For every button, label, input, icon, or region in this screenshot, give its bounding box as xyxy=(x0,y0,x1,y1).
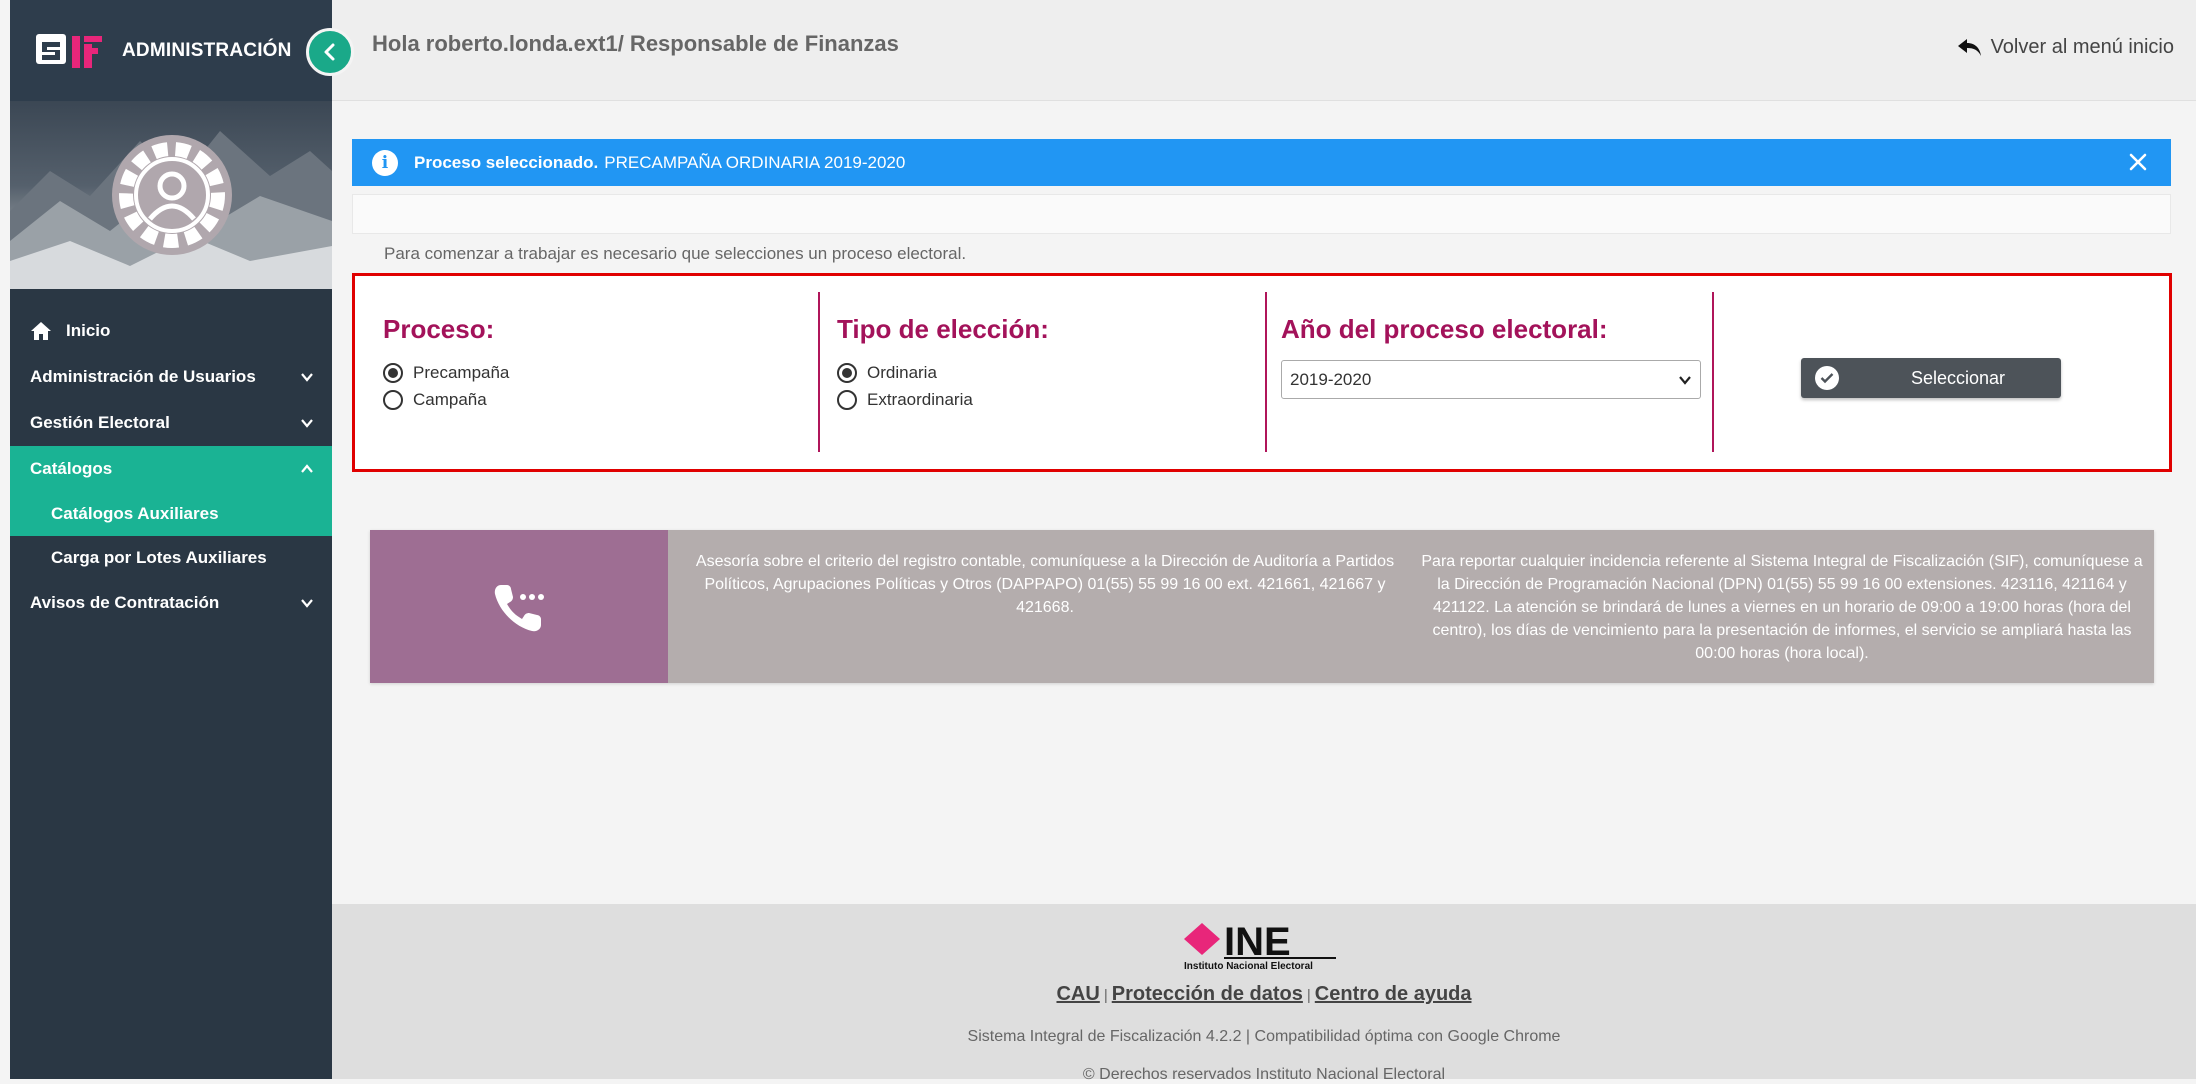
sidebar-item-label: Catálogos Auxiliares xyxy=(51,504,219,523)
tipo-eleccion-column: Tipo de elección: Ordinaria Extraordinar… xyxy=(822,292,1267,452)
tipo-eleccion-title: Tipo de elección: xyxy=(837,314,1049,344)
alert-value: PRECAMPAÑA ORDINARIA 2019-2020 xyxy=(604,152,906,172)
sidebar-item-catalogos[interactable]: Catálogos xyxy=(10,446,332,492)
proceso-title: Proceso: xyxy=(383,314,495,344)
radio-campana[interactable]: Campaña xyxy=(383,390,818,410)
app-title: ADMINISTRACIÓN xyxy=(122,40,292,61)
select-value: 2019-2020 xyxy=(1290,369,1372,389)
chevron-down-icon xyxy=(301,419,313,428)
phone-icon xyxy=(494,584,544,631)
footer-links: CAU | Protección de datos | Centro de ayuda xyxy=(1056,983,1472,1005)
radio-button-checked[interactable] xyxy=(837,363,857,383)
phone-icon-box xyxy=(370,530,668,683)
top-bar: Hola roberto.londa.ext1/ Responsable de … xyxy=(332,0,2196,101)
back-to-menu-link[interactable]: Volver al menú inicio xyxy=(1957,36,2174,59)
sidebar-item-label: Carga por Lotes Auxiliares xyxy=(51,548,267,567)
reply-arrow-icon xyxy=(1957,38,1981,56)
home-icon xyxy=(31,322,51,340)
back-link-label: Volver al menú inicio xyxy=(1990,36,2174,58)
proteccion-datos-link[interactable]: Protección de datos xyxy=(1112,983,1303,1005)
logo-subtitle: Instituto Nacional Electoral xyxy=(1184,961,1313,972)
cau-link[interactable]: CAU xyxy=(1056,983,1099,1005)
process-selection-panel: Proceso: Precampaña Campaña Tipo de elec… xyxy=(352,273,2172,472)
button-label: Seleccionar xyxy=(1911,367,2006,388)
proceso-column: Proceso: Precampaña Campaña xyxy=(355,292,820,452)
profile-banner xyxy=(10,101,332,289)
sidebar-item-label: Avisos de Contratación xyxy=(30,593,220,612)
chevron-down-icon xyxy=(301,373,313,382)
selected-process-alert: i Proceso seleccionado. PRECAMPAÑA ORDIN… xyxy=(352,139,2171,186)
dpn-contact-text: Para reportar cualquier incidencia refer… xyxy=(1421,553,2143,662)
centro-ayuda-link[interactable]: Centro de ayuda xyxy=(1315,983,1472,1005)
sidebar-item-label: Administración de Usuarios xyxy=(30,367,256,386)
sidebar-nav: Inicio Administración de Usuarios Gestió… xyxy=(10,308,332,626)
info-icon: i xyxy=(372,149,398,176)
sidebar-item-administracion-usuarios[interactable]: Administración de Usuarios xyxy=(10,354,332,400)
sidebar-subitem-carga-lotes-auxiliares[interactable]: Carga por Lotes Auxiliares xyxy=(10,536,332,580)
radio-button[interactable] xyxy=(383,390,403,410)
anio-column: Año del proceso electoral: 2019-2020 xyxy=(1269,292,1714,452)
chevron-down-icon xyxy=(1679,376,1691,385)
sidebar-header: ADMINISTRACIÓN xyxy=(10,0,332,101)
chevron-left-icon xyxy=(324,43,335,61)
sidebar: ADMINISTRACIÓN Inicio Administración de … xyxy=(10,0,354,1079)
chevron-down-icon xyxy=(301,599,313,608)
radio-extraordinaria[interactable]: Extraordinaria xyxy=(837,390,1265,410)
radio-label: Precampaña xyxy=(413,363,510,382)
radio-ordinaria[interactable]: Ordinaria xyxy=(837,363,1265,383)
anio-select[interactable]: 2019-2020 xyxy=(1281,360,1701,399)
radio-label: Extraordinaria xyxy=(867,390,973,409)
sidebar-item-avisos-contratacion[interactable]: Avisos de Contratación xyxy=(10,580,332,626)
alert-label: Proceso seleccionado. xyxy=(414,152,599,172)
radio-label: Ordinaria xyxy=(867,363,937,382)
radio-button-checked[interactable] xyxy=(383,363,403,383)
sidebar-subitem-catalogos-auxiliares[interactable]: Catálogos Auxiliares xyxy=(10,492,332,536)
seleccionar-button[interactable]: Seleccionar xyxy=(1801,358,2061,398)
check-circle-icon xyxy=(1815,366,1839,390)
chevron-up-icon xyxy=(301,464,313,473)
radio-precampana[interactable]: Precampaña xyxy=(383,363,818,383)
sif-logo xyxy=(34,30,114,74)
instruction-text: Para comenzar a trabajar es necesario qu… xyxy=(384,244,967,263)
collapse-sidebar-button[interactable] xyxy=(306,28,354,76)
sidebar-item-label: Inicio xyxy=(66,321,111,340)
sidebar-item-gestion-electoral[interactable]: Gestión Electoral xyxy=(10,400,332,446)
user-avatar xyxy=(108,131,236,259)
ine-logo: INE Instituto Nacional Electoral xyxy=(1184,920,1342,973)
close-icon[interactable] xyxy=(2127,151,2149,173)
contact-info-band: Asesoría sobre el criterio del registro … xyxy=(370,530,2154,683)
radio-label: Campaña xyxy=(413,390,487,409)
footer: INE Instituto Nacional Electoral CAU | Pro… xyxy=(332,904,2196,1083)
radio-button[interactable] xyxy=(837,390,857,410)
user-greeting: Hola roberto.londa.ext1/ Responsable de … xyxy=(372,31,899,56)
copyright: © Derechos reservados Instituto Nacional… xyxy=(1082,1066,1446,1083)
anio-title: Año del proceso electoral: xyxy=(1281,314,1608,344)
version-info: Sistema Integral de Fiscalización 4.2.2 … xyxy=(967,1028,1561,1045)
card-header-strip xyxy=(352,194,2171,234)
sidebar-item-label: Gestión Electoral xyxy=(30,413,170,432)
sidebar-item-inicio[interactable]: Inicio xyxy=(10,308,332,354)
sidebar-item-label: Catálogos xyxy=(30,459,113,478)
dappapo-contact-text: Asesoría sobre el criterio del registro … xyxy=(695,553,1395,616)
